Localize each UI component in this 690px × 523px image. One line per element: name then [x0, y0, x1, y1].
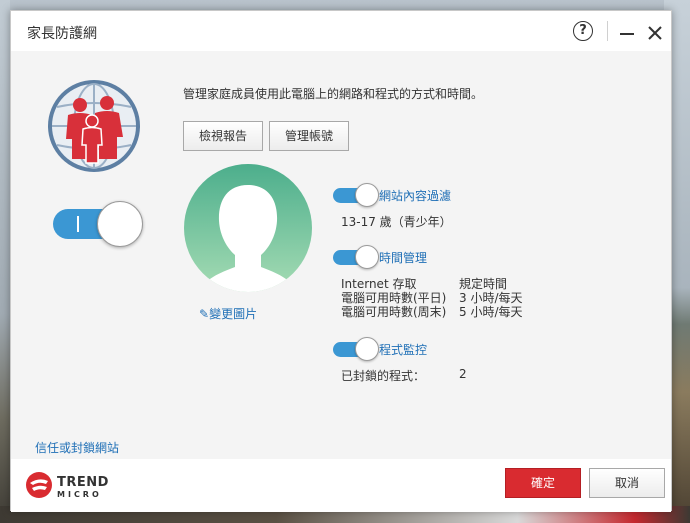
trend-micro-logo: TREND MICRO [25, 471, 108, 501]
trend-micro-logo-icon [26, 472, 52, 498]
title-bar: 家長防護網 ? [11, 11, 671, 51]
ok-button[interactable]: 確定 [505, 468, 581, 498]
web-filter-toggle-knob [355, 183, 379, 207]
cancel-button[interactable]: 取消 [589, 468, 665, 498]
change-photo-link[interactable]: ✎變更圖片 [199, 305, 257, 322]
master-toggle-on-indicator [77, 216, 79, 232]
dialog-footer: TREND MICRO 確定 取消 [11, 459, 671, 512]
desktop-background-left [0, 0, 10, 523]
view-report-button[interactable]: 檢視報告 [183, 121, 263, 151]
master-toggle-knob [97, 201, 143, 247]
blocked-programs-label: 已封鎖的程式： [341, 369, 426, 383]
web-filter-value: 13-17 歲（青少年） [341, 215, 452, 229]
user-avatar[interactable] [183, 163, 313, 293]
program-control-link[interactable]: 程式監控 [379, 341, 427, 358]
brand-name-line2: MICRO [57, 490, 102, 499]
time-management-toggle-knob [355, 245, 379, 269]
trust-or-block-sites-link[interactable]: 信任或封鎖網站 [35, 439, 119, 456]
description-text: 管理家庭成員使用此電腦上的網路和程式的方式和時間。 [183, 87, 484, 101]
blocked-programs-count: 2 [459, 367, 467, 381]
content-area: 信任或封鎖網站 管理家庭成員使用此電腦上的網路和程式的方式和時間。 檢視報告 管… [11, 51, 671, 459]
weekend-hours-value: 5 小時/每天 [459, 305, 523, 319]
program-control-toggle-knob [355, 337, 379, 361]
close-icon[interactable] [647, 25, 663, 41]
web-filter-link[interactable]: 網站內容過濾 [379, 187, 451, 204]
manage-account-button[interactable]: 管理帳號 [269, 121, 349, 151]
brand-name-line1: TREND [57, 475, 109, 490]
minimize-icon[interactable] [620, 33, 634, 35]
parental-controls-dialog: 家長防護網 ? 信任或封鎖網站 管理家庭成員使用此電腦上的網路和程式的方式和時間… [10, 10, 672, 512]
time-management-link[interactable]: 時間管理 [379, 249, 427, 266]
window-title: 家長防護網 [27, 26, 97, 42]
help-icon[interactable]: ? [573, 21, 593, 41]
weekend-hours-label: 電腦可用時數(周末) [341, 305, 447, 319]
title-bar-divider [607, 21, 608, 41]
change-photo-label: 變更圖片 [209, 307, 258, 321]
parental-controls-master-toggle[interactable] [53, 201, 145, 247]
parental-controls-family-icon [48, 80, 140, 172]
pencil-icon: ✎ [199, 307, 210, 321]
